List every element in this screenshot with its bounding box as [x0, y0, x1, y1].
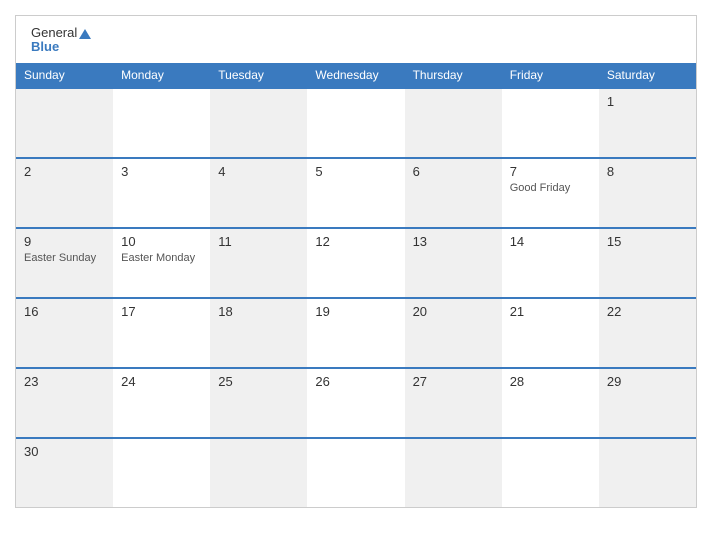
calendar-cell: 30	[16, 439, 113, 507]
cell-date: 8	[607, 164, 688, 179]
cell-date: 18	[218, 304, 299, 319]
day-headers-row: SundayMondayTuesdayWednesdayThursdayFrid…	[16, 63, 696, 87]
cell-date: 7	[510, 164, 591, 179]
calendar-cell: 3	[113, 159, 210, 227]
calendar-cell: 24	[113, 369, 210, 437]
calendar-cell	[113, 439, 210, 507]
cell-event: Good Friday	[510, 182, 591, 194]
calendar-cell	[307, 89, 404, 157]
calendar-cell: 23	[16, 369, 113, 437]
calendar-cell: 25	[210, 369, 307, 437]
calendar-week-3: 9 Easter Sunday 10 Easter Monday 11 12 13 14 15	[16, 227, 696, 297]
cell-date: 3	[121, 164, 202, 179]
day-header-tuesday: Tuesday	[210, 63, 307, 87]
calendar-week-2: 2 3 4 5 6 7 Good Friday 8	[16, 157, 696, 227]
cell-date: 25	[218, 374, 299, 389]
calendar-container: General Blue SundayMondayTuesdayWednesda…	[15, 15, 697, 508]
calendar-week-1: 1	[16, 87, 696, 157]
cell-date: 22	[607, 304, 688, 319]
cell-date: 12	[315, 234, 396, 249]
cell-event: Easter Sunday	[24, 252, 105, 264]
day-header-friday: Friday	[502, 63, 599, 87]
calendar-cell: 5	[307, 159, 404, 227]
calendar-week-6: 30	[16, 437, 696, 507]
calendar-cell: 29	[599, 369, 696, 437]
cell-date: 19	[315, 304, 396, 319]
cell-date: 27	[413, 374, 494, 389]
day-header-thursday: Thursday	[405, 63, 502, 87]
logo-general-text: General	[31, 26, 91, 40]
calendar-cell: 7 Good Friday	[502, 159, 599, 227]
cell-event: Easter Monday	[121, 252, 202, 264]
logo-triangle-icon	[79, 29, 91, 39]
calendar-cell: 28	[502, 369, 599, 437]
calendar-cell: 19	[307, 299, 404, 367]
calendar-header: General Blue	[16, 16, 696, 63]
calendar-cell	[210, 89, 307, 157]
calendar-cell: 6	[405, 159, 502, 227]
cell-date: 6	[413, 164, 494, 179]
calendar-cell	[502, 439, 599, 507]
calendar-cell: 15	[599, 229, 696, 297]
cell-date: 5	[315, 164, 396, 179]
cell-date: 10	[121, 234, 202, 249]
cell-date: 30	[24, 444, 105, 459]
calendar-cell: 21	[502, 299, 599, 367]
cell-date: 26	[315, 374, 396, 389]
calendar-cell: 26	[307, 369, 404, 437]
logo: General Blue	[31, 26, 91, 55]
cell-date: 29	[607, 374, 688, 389]
day-header-saturday: Saturday	[599, 63, 696, 87]
calendar-cell	[210, 439, 307, 507]
calendar-cell: 11	[210, 229, 307, 297]
calendar-cell: 2	[16, 159, 113, 227]
calendar-cell: 20	[405, 299, 502, 367]
calendar-cell: 10 Easter Monday	[113, 229, 210, 297]
cell-date: 17	[121, 304, 202, 319]
calendar-cell	[599, 439, 696, 507]
calendar-cell	[113, 89, 210, 157]
cell-date: 2	[24, 164, 105, 179]
calendar-cell: 4	[210, 159, 307, 227]
cell-date: 15	[607, 234, 688, 249]
calendar-cell	[405, 89, 502, 157]
calendar-cell	[16, 89, 113, 157]
logo-blue-text: Blue	[31, 40, 91, 54]
day-header-sunday: Sunday	[16, 63, 113, 87]
calendar-week-5: 23 24 25 26 27 28 29	[16, 367, 696, 437]
calendar-cell: 17	[113, 299, 210, 367]
cell-date: 13	[413, 234, 494, 249]
calendar-grid: 1234567Good Friday89Easter Sunday10Easte…	[16, 87, 696, 507]
cell-date: 28	[510, 374, 591, 389]
cell-date: 16	[24, 304, 105, 319]
calendar-cell: 12	[307, 229, 404, 297]
cell-date: 11	[218, 234, 299, 249]
cell-date: 20	[413, 304, 494, 319]
cell-date: 21	[510, 304, 591, 319]
cell-date: 1	[607, 94, 688, 109]
day-header-wednesday: Wednesday	[307, 63, 404, 87]
calendar-cell	[502, 89, 599, 157]
calendar-cell: 1	[599, 89, 696, 157]
calendar-cell: 22	[599, 299, 696, 367]
calendar-cell	[405, 439, 502, 507]
cell-date: 4	[218, 164, 299, 179]
day-header-monday: Monday	[113, 63, 210, 87]
calendar-cell: 8	[599, 159, 696, 227]
calendar-cell: 18	[210, 299, 307, 367]
calendar-cell: 13	[405, 229, 502, 297]
cell-date: 24	[121, 374, 202, 389]
calendar-cell: 9 Easter Sunday	[16, 229, 113, 297]
calendar-week-4: 16 17 18 19 20 21 22	[16, 297, 696, 367]
calendar-cell: 14	[502, 229, 599, 297]
cell-date: 23	[24, 374, 105, 389]
calendar-cell: 27	[405, 369, 502, 437]
calendar-cell: 16	[16, 299, 113, 367]
cell-date: 9	[24, 234, 105, 249]
cell-date: 14	[510, 234, 591, 249]
calendar-cell	[307, 439, 404, 507]
